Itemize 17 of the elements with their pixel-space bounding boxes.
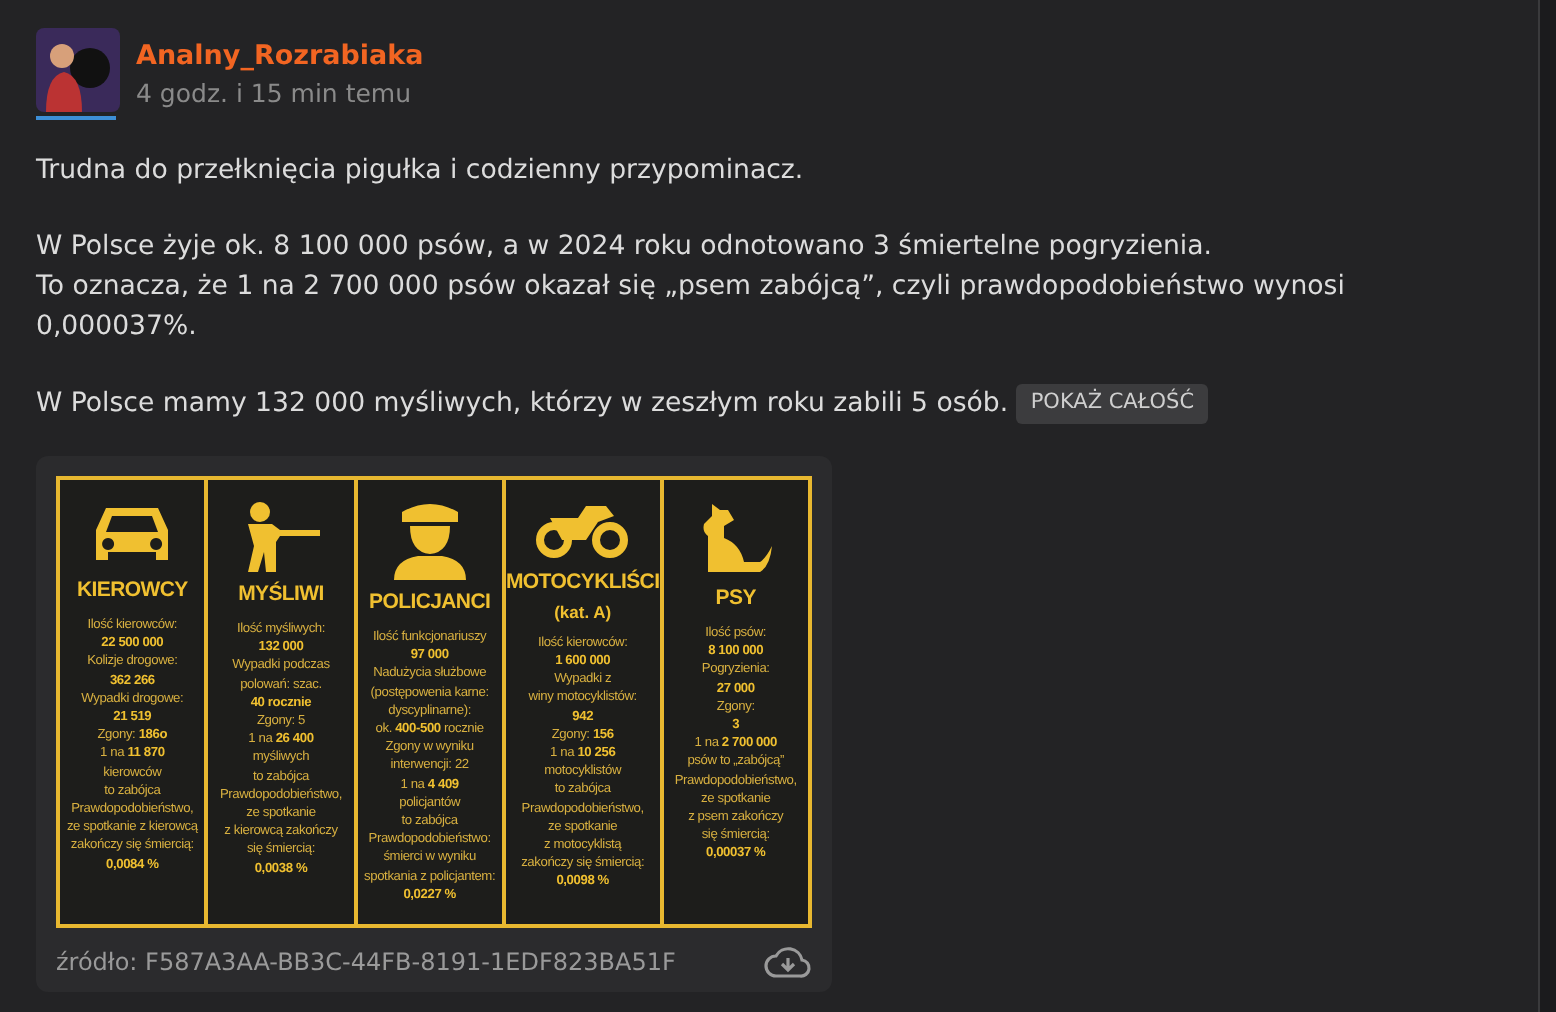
post-text: W Polsce żyje ok. 8 100 000 psów, a w 2024 roku odnotowano 3 śmiertelne pogryzienia. <box>36 229 1214 266</box>
infographic-title: MOTOCYKLIŚCI <box>505 568 660 599</box>
post-text: W Polsce mamy 132 000 myśliwych, którzy w zeszłym roku zabili 5 osób. <box>36 388 1009 419</box>
post-text: Trudna do przełknięcia pigułka i codzienny przypominacz. <box>36 154 806 190</box>
post-text: To oznacza, że 1 na 2 700 000 psów okazał się „psem zabójcą”, czyli prawdopodobieństwo wynosi 0,000037%. <box>36 269 1347 346</box>
post-time: 4 godz. i 15 min temu <box>136 76 414 113</box>
author-name[interactable]: Analny_Rozrabiaka <box>136 36 424 77</box>
source-caption: źródło: F587A3AA-BB3C-44FB-8191-1EDF823BA51F <box>56 946 676 981</box>
cloud-download-icon[interactable] <box>764 944 812 981</box>
infographic-title: KIEROWCY <box>76 576 188 607</box>
infographic-title: POLICJANCI <box>369 588 491 619</box>
infographic-title: PSY <box>715 584 756 615</box>
motorcycle-icon <box>534 500 631 561</box>
infographic-title: MYŚLIWI <box>238 580 324 611</box>
infographic-subtitle: (kat. A) <box>554 599 612 626</box>
show-more-button[interactable]: POKAŻ CAŁOŚĆ <box>1016 383 1209 423</box>
avatar-icon[interactable] <box>36 28 120 112</box>
